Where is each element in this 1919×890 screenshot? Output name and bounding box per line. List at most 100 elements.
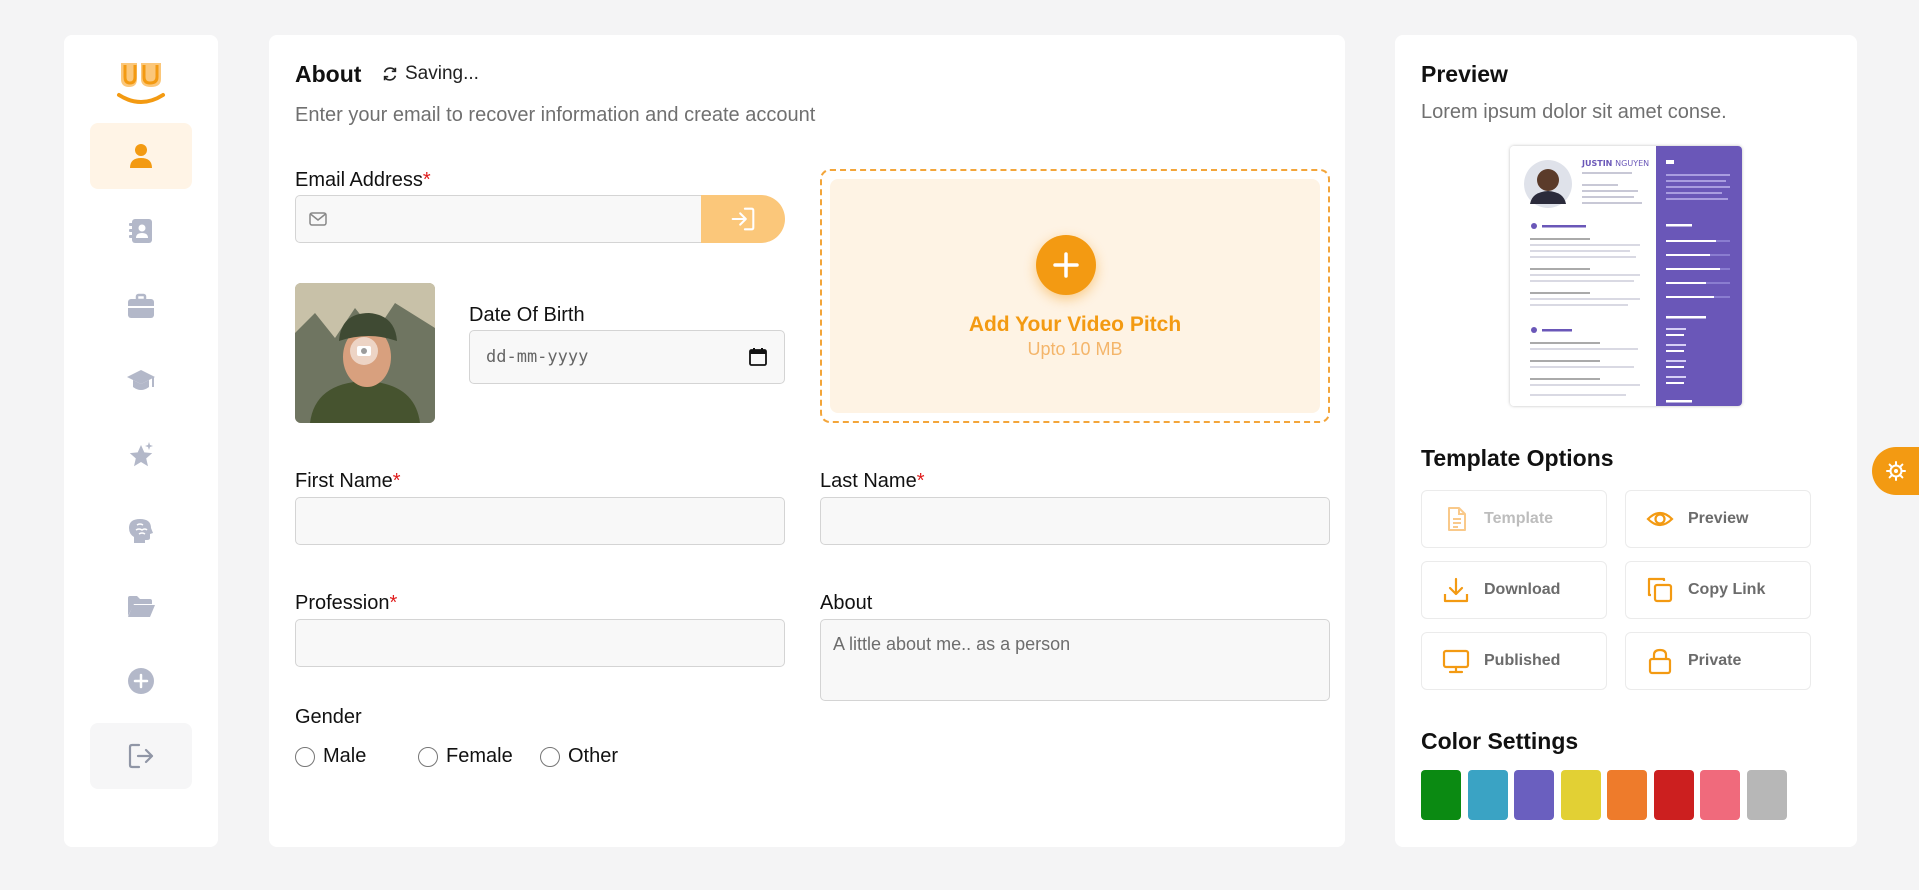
- color-swatch[interactable]: [1514, 770, 1554, 820]
- calendar-icon[interactable]: [748, 347, 768, 367]
- color-swatch[interactable]: [1560, 770, 1601, 820]
- preview-button-label: Preview: [1688, 510, 1749, 527]
- star-icon: [129, 442, 153, 467]
- gender-option-label: Male: [323, 745, 367, 767]
- video-pitch-title: Add Your Video Pitch: [968, 313, 1182, 336]
- color-swatch[interactable]: [1421, 770, 1461, 820]
- brand-logo: [115, 59, 167, 107]
- nav-contacts[interactable]: [90, 198, 192, 264]
- nav-personality[interactable]: [90, 498, 192, 564]
- nav-skills[interactable]: [90, 423, 192, 489]
- dob-input[interactable]: dd-mm-yyyy: [469, 330, 785, 384]
- about-label: About: [820, 592, 873, 614]
- published-button[interactable]: Published: [1421, 632, 1607, 690]
- gender-option-male[interactable]: Male: [295, 745, 418, 768]
- gender-option-female[interactable]: Female: [418, 745, 540, 768]
- dob-placeholder: dd-mm-yyyy: [486, 347, 589, 367]
- mail-icon: [309, 212, 327, 226]
- settings-tab[interactable]: [1872, 447, 1919, 495]
- svg-text:JUSTIN NGUYEN: JUSTIN NGUYEN: [1581, 159, 1649, 168]
- video-pitch-limit: Upto 10 MB: [1027, 339, 1123, 359]
- folder-open-icon: [128, 596, 155, 617]
- resume-thumbnail[interactable]: JUSTIN NGUYEN: [1510, 146, 1742, 406]
- saving-text: Saving...: [405, 63, 479, 84]
- eye-icon: [1646, 511, 1674, 527]
- dob-label: Date Of Birth: [469, 304, 585, 326]
- monitor-icon: [1442, 649, 1470, 674]
- first-name-input[interactable]: [295, 497, 785, 545]
- radio-button[interactable]: [418, 746, 438, 767]
- copy-link-button[interactable]: Copy Link: [1625, 561, 1811, 619]
- profile-photo-image: [295, 283, 435, 423]
- private-button-label: Private: [1688, 652, 1742, 669]
- radio-button[interactable]: [295, 746, 315, 767]
- nav-logout[interactable]: [90, 723, 192, 789]
- profile-photo[interactable]: [295, 283, 435, 423]
- gender-radio-group: Male Female Other: [295, 745, 618, 768]
- color-swatch[interactable]: [1467, 770, 1508, 820]
- template-button[interactable]: Template: [1421, 490, 1607, 548]
- email-submit-button[interactable]: [701, 195, 785, 243]
- preview-subtitle: Lorem ipsum dolor sit amet conse.: [1421, 101, 1727, 123]
- brain-icon: [129, 519, 153, 543]
- resume-thumbnail-image: JUSTIN NGUYEN: [1510, 146, 1742, 406]
- page-subtitle: Enter your email to recover information …: [295, 104, 816, 126]
- nav-profile[interactable]: [90, 123, 192, 189]
- sidebar: [64, 35, 218, 847]
- last-name-label: Last Name*: [820, 470, 925, 492]
- resume-name-first: JUSTIN: [1581, 159, 1612, 168]
- download-button-label: Download: [1484, 581, 1561, 598]
- email-field[interactable]: [295, 195, 703, 243]
- video-pitch-area: Add Your Video Pitch Upto 10 MB: [830, 179, 1320, 413]
- profession-label: Profession*: [295, 592, 398, 614]
- radio-button[interactable]: [540, 746, 560, 767]
- add-video-button[interactable]: [1036, 235, 1096, 295]
- private-button[interactable]: Private: [1625, 632, 1811, 690]
- email-label: Email Address*: [295, 169, 431, 191]
- page-title: About: [295, 61, 362, 87]
- template-options-title: Template Options: [1421, 445, 1614, 471]
- preview-button[interactable]: Preview: [1625, 490, 1811, 548]
- add-circle-icon: [128, 668, 154, 694]
- preview-title: Preview: [1421, 61, 1508, 87]
- about-form-panel: About Saving... Enter your email to reco…: [269, 35, 1345, 847]
- graduation-cap-icon: [127, 370, 155, 390]
- color-settings-title: Color Settings: [1421, 728, 1579, 754]
- nav-add-section[interactable]: [90, 648, 192, 714]
- sign-in-icon: [731, 207, 755, 231]
- download-icon: [1443, 577, 1469, 603]
- template-button-label: Template: [1484, 510, 1554, 527]
- last-name-input[interactable]: [820, 497, 1330, 545]
- copy-link-button-label: Copy Link: [1688, 581, 1766, 598]
- document-icon: [1448, 507, 1466, 531]
- about-textarea[interactable]: A little about me.. as a person: [820, 619, 1330, 701]
- nav-portfolio[interactable]: [90, 573, 192, 639]
- logout-icon: [128, 743, 154, 769]
- first-name-label: First Name*: [295, 470, 401, 492]
- gender-option-label: Female: [446, 745, 513, 767]
- gender-option-other[interactable]: Other: [540, 745, 618, 768]
- color-swatch[interactable]: [1607, 770, 1647, 820]
- color-swatch[interactable]: [1746, 770, 1787, 820]
- preview-panel: Preview Lorem ipsum dolor sit amet conse…: [1395, 35, 1857, 847]
- color-swatch[interactable]: [1653, 770, 1694, 820]
- published-button-label: Published: [1484, 652, 1561, 669]
- plus-icon: [1053, 252, 1079, 278]
- sync-icon: [383, 67, 397, 81]
- video-pitch-dropzone[interactable]: Add Your Video Pitch Upto 10 MB: [820, 169, 1330, 423]
- gear-icon: [1886, 461, 1906, 481]
- briefcase-icon: [128, 293, 154, 318]
- resume-name-last: NGUYEN: [1615, 159, 1649, 168]
- copy-icon: [1647, 577, 1673, 603]
- color-swatch[interactable]: [1700, 770, 1740, 820]
- download-button[interactable]: Download: [1421, 561, 1607, 619]
- contacts-icon: [129, 219, 152, 243]
- profile-icon: [130, 144, 152, 168]
- nav-education[interactable]: [90, 348, 192, 414]
- gender-option-label: Other: [568, 745, 619, 767]
- lock-icon: [1648, 648, 1672, 675]
- nav-experience[interactable]: [90, 273, 192, 339]
- gender-label: Gender: [295, 706, 362, 728]
- saving-status: Saving...: [381, 63, 479, 85]
- profession-input[interactable]: [295, 619, 785, 667]
